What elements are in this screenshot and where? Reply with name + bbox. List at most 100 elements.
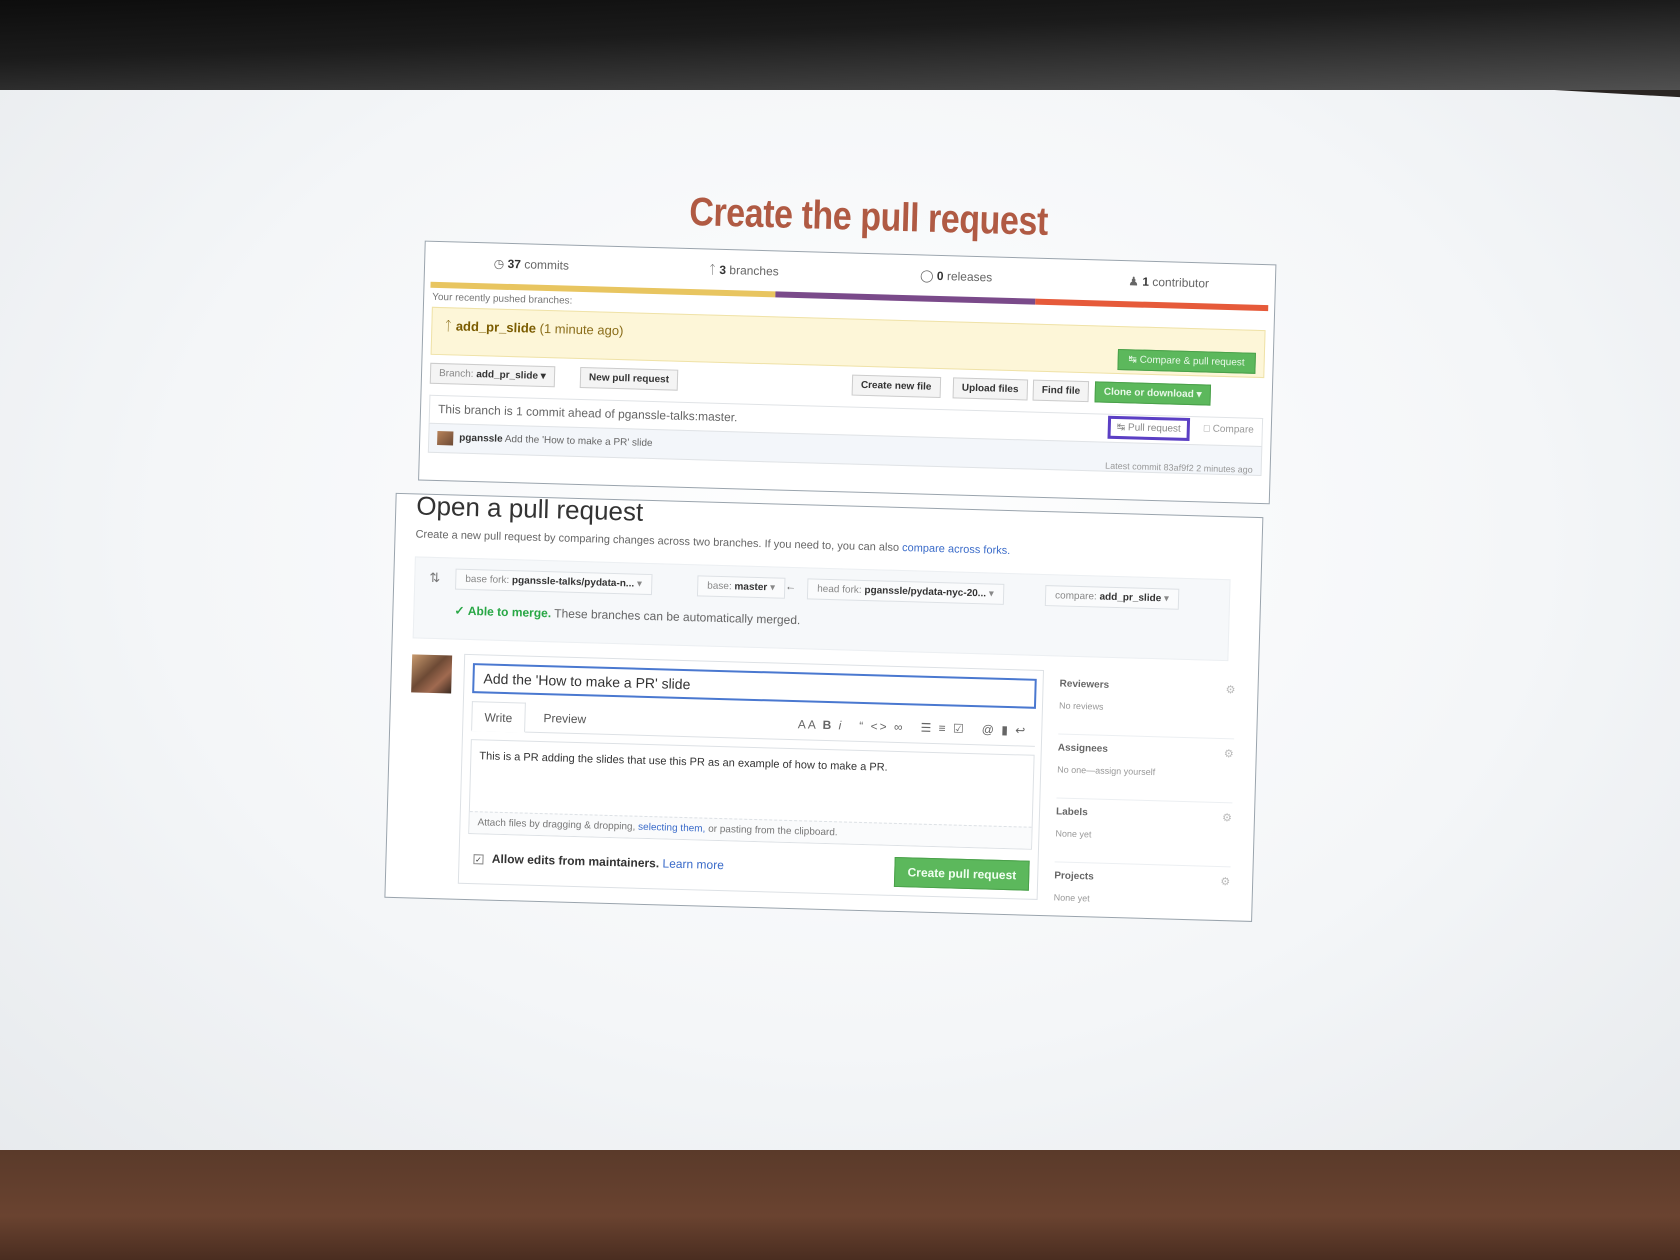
clone-button-label: Clone or download bbox=[1103, 386, 1194, 401]
italic-icon[interactable]: i bbox=[838, 718, 843, 732]
arrow-left-icon: ← bbox=[785, 580, 797, 594]
caret-down-icon: ▾ bbox=[1196, 389, 1202, 401]
avatar bbox=[411, 654, 453, 694]
pull-request-link[interactable]: ↹ Pull request bbox=[1107, 415, 1191, 442]
caret-down-icon: ▾ bbox=[769, 582, 776, 594]
tag-icon: ◯ bbox=[919, 268, 934, 283]
attach-suffix: or pasting from the clipboard. bbox=[707, 823, 838, 839]
allow-edits-label[interactable]: Allow edits from maintainers. bbox=[492, 852, 660, 871]
link-icon[interactable]: ∞ bbox=[894, 720, 905, 734]
compare-across-forks-link[interactable]: compare across forks. bbox=[902, 542, 1010, 557]
commit-author[interactable]: pganssle bbox=[459, 433, 503, 445]
base-value: master bbox=[734, 581, 768, 594]
new-pull-request-button[interactable]: New pull request bbox=[579, 366, 679, 391]
gear-icon[interactable]: ⚙ bbox=[1224, 747, 1234, 760]
pr-sidebar: Reviewers No reviews ⚙ Assignees No one—… bbox=[1053, 672, 1236, 933]
caret-down-icon: ▾ bbox=[540, 370, 546, 383]
compare-link[interactable]: □ Compare bbox=[1204, 423, 1254, 435]
compare-pull-request-button[interactable]: ↹ Compare & pull request bbox=[1117, 348, 1256, 374]
base-fork-select[interactable]: base fork: pganssle-talks/pydata-n... ▾ bbox=[455, 568, 653, 596]
head-fork-label: head fork: bbox=[817, 583, 862, 596]
code-icon[interactable]: <> bbox=[870, 719, 888, 733]
tab-preview[interactable]: Preview bbox=[531, 703, 598, 735]
pull-request-link-label: Pull request bbox=[1127, 422, 1181, 435]
swap-icon[interactable]: ⇅ bbox=[429, 570, 440, 586]
merge-status: ✓ Able to merge. These branches can be a… bbox=[454, 604, 800, 628]
ahead-text: This branch is 1 commit ahead of pganssl… bbox=[437, 402, 738, 425]
numbered-list-icon[interactable]: ≡ bbox=[938, 721, 947, 735]
upload-files-button[interactable]: Upload files bbox=[952, 377, 1028, 401]
gear-icon[interactable]: ⚙ bbox=[1225, 683, 1235, 696]
latest-commit-info[interactable]: Latest commit 83af9f2 2 minutes ago bbox=[1105, 461, 1253, 475]
gear-icon[interactable]: ⚙ bbox=[1222, 811, 1232, 824]
sidebar-projects[interactable]: Projects None yet ⚙ bbox=[1053, 864, 1231, 931]
bullet-list-icon[interactable]: ☰ bbox=[920, 721, 933, 735]
bold-icon[interactable]: B bbox=[822, 718, 833, 732]
contributors-stat[interactable]: ♟ 1 contributor bbox=[1062, 272, 1275, 292]
caret-down-icon: ▾ bbox=[988, 588, 995, 600]
commits-label: commits bbox=[524, 257, 570, 273]
bookmark-icon[interactable]: ▮ bbox=[1001, 723, 1010, 737]
quote-icon[interactable]: “ bbox=[859, 719, 865, 733]
pull-request-icon: ↹ bbox=[1128, 354, 1138, 366]
compare-branch-select[interactable]: compare: add_pr_slide ▾ bbox=[1044, 585, 1180, 610]
avatar[interactable] bbox=[437, 431, 454, 446]
releases-stat[interactable]: ◯ 0 releases bbox=[850, 266, 1063, 286]
sidebar-value: No reviews bbox=[1058, 700, 1104, 712]
recent-branch-name[interactable]: add_pr_slide bbox=[456, 318, 537, 335]
branches-stat[interactable]: ᛏ 3 branches bbox=[637, 261, 850, 281]
create-pull-request-button[interactable]: Create pull request bbox=[894, 856, 1030, 891]
pr-body-text: This is a PR adding the slides that use … bbox=[479, 750, 888, 774]
open-pull-request-panel: Open a pull request Create a new pull re… bbox=[384, 490, 1264, 922]
base-fork-value: pganssle-talks/pydata-n... bbox=[511, 575, 635, 590]
check-icon: ✓ bbox=[454, 603, 465, 618]
task-list-icon[interactable]: ☑ bbox=[953, 722, 966, 736]
branches-count: 3 bbox=[719, 262, 727, 278]
caret-down-icon: ▾ bbox=[1163, 593, 1170, 605]
branch-icon: ᛏ bbox=[444, 318, 453, 334]
repo-panel: ◷ 37 commits ᛏ 3 branches ◯ 0 releases ♟… bbox=[418, 240, 1277, 505]
head-fork-select[interactable]: head fork: pganssle/pydata-nyc-20... ▾ bbox=[806, 578, 1005, 605]
merge-status-text: These branches can be automatically merg… bbox=[554, 606, 801, 628]
sidebar-value: None yet bbox=[1053, 892, 1090, 904]
diff-icon: □ bbox=[1203, 423, 1211, 435]
allow-edits: ✓ Allow edits from maintainers. Learn mo… bbox=[473, 851, 724, 872]
pr-body-textarea[interactable]: This is a PR adding the slides that use … bbox=[468, 739, 1035, 850]
find-file-button[interactable]: Find file bbox=[1032, 379, 1090, 403]
branch-select-prefix: Branch: bbox=[438, 368, 474, 380]
caret-down-icon: ▾ bbox=[636, 578, 643, 590]
clock-icon: ◷ bbox=[493, 256, 505, 271]
compare-label: compare: bbox=[1054, 590, 1097, 603]
reply-icon[interactable]: ↩ bbox=[1015, 723, 1027, 737]
commits-stat[interactable]: ◷ 37 commits bbox=[425, 255, 638, 275]
compare-button-label: Compare & pull request bbox=[1139, 354, 1245, 369]
gear-icon[interactable]: ⚙ bbox=[1220, 875, 1230, 888]
sidebar-assignees[interactable]: Assignees No one—assign yourself ⚙ bbox=[1056, 736, 1235, 804]
sidebar-heading: Reviewers bbox=[1059, 678, 1110, 691]
select-files-link[interactable]: selecting them, bbox=[638, 822, 706, 835]
mention-icon[interactable]: @ bbox=[982, 722, 997, 736]
ceiling-bezel bbox=[0, 0, 1680, 90]
sidebar-labels[interactable]: Labels None yet ⚙ bbox=[1054, 800, 1233, 868]
base-branch-select[interactable]: base: master ▾ bbox=[696, 575, 786, 599]
clone-download-button[interactable]: Clone or download ▾ bbox=[1094, 381, 1211, 406]
create-new-file-button[interactable]: Create new file bbox=[851, 374, 941, 399]
contributors-count: 1 bbox=[1142, 274, 1150, 289]
sidebar-heading: Assignees bbox=[1057, 742, 1109, 755]
branch-select[interactable]: Branch: add_pr_slide ▾ bbox=[429, 362, 556, 388]
compare-link-label: Compare bbox=[1212, 423, 1254, 436]
slide-title: Create the pull request bbox=[688, 189, 1049, 244]
commit-message[interactable]: Add the 'How to make a PR' slide bbox=[505, 434, 653, 449]
tab-write[interactable]: Write bbox=[471, 701, 526, 733]
sidebar-reviewers[interactable]: Reviewers No reviews ⚙ bbox=[1058, 672, 1236, 740]
pr-title-input[interactable]: Add the 'How to make a PR' slide bbox=[472, 663, 1037, 709]
compare-value: add_pr_slide bbox=[1099, 591, 1162, 605]
allow-edits-checkbox[interactable]: ✓ bbox=[473, 854, 484, 865]
commits-count: 37 bbox=[507, 256, 522, 272]
header-icon[interactable]: AA bbox=[798, 717, 818, 732]
pull-request-icon: ↹ bbox=[1116, 421, 1126, 434]
sidebar-value: No one—assign yourself bbox=[1057, 764, 1156, 778]
learn-more-link[interactable]: Learn more bbox=[662, 856, 724, 872]
room-floor bbox=[0, 1150, 1680, 1260]
attach-files-bar[interactable]: Attach files by dragging & dropping, sel… bbox=[469, 811, 1032, 849]
